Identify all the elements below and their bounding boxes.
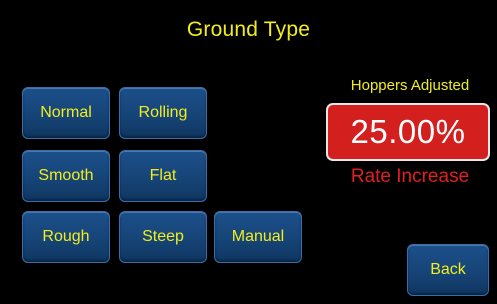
rate-increase-label: Rate Increase (350, 166, 470, 187)
ground-flat-button[interactable]: Flat (119, 150, 207, 202)
ground-smooth-button[interactable]: Smooth (22, 150, 110, 202)
ground-rolling-button[interactable]: Rolling (119, 87, 207, 139)
hoppers-adjusted-label: Hoppers Adjusted (350, 77, 470, 94)
ground-manual-button[interactable]: Manual (214, 211, 302, 263)
ground-normal-button[interactable]: Normal (22, 87, 110, 139)
ground-steep-button[interactable]: Steep (119, 211, 207, 263)
rate-value-display: 25.00% (326, 103, 490, 161)
back-button[interactable]: Back (407, 244, 489, 296)
ground-rough-button[interactable]: Rough (22, 211, 110, 263)
ground-type-screen: Ground Type Normal Rolling Smooth Flat R… (0, 0, 497, 304)
page-title: Ground Type (186, 18, 311, 41)
